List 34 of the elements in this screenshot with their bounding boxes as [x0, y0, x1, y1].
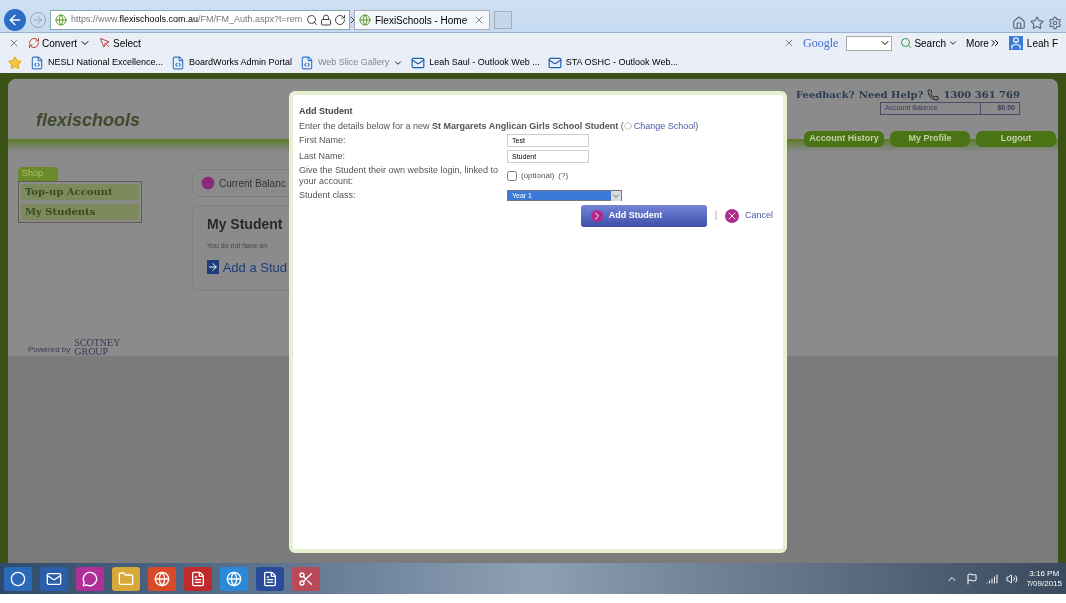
partner-logo: SCOTNEY GROUP — [74, 338, 121, 356]
toolbar-button[interactable]: Convert — [28, 35, 91, 51]
field-label: First Name: — [299, 134, 347, 147]
clock[interactable]: 3:16 PM 7/09/2015 — [1026, 568, 1062, 589]
browser-tab[interactable]: FlexiSchools - Home — [354, 10, 490, 30]
favorite-link[interactable]: BoardWorks Admin Portal — [171, 56, 292, 70]
search-button[interactable]: Search — [900, 35, 959, 51]
intro-end: ) — [695, 120, 699, 131]
phone-number: 1300 361 769 — [943, 88, 1020, 102]
dialog-title: Add Student — [299, 105, 354, 118]
nav-button[interactable]: My Profile — [890, 131, 970, 147]
address-text: https://www.flexischools.com.au/FM/FM_Auth.aspx?t=rem — [71, 13, 303, 27]
search-brand: Google — [803, 35, 839, 52]
cancel-button[interactable]: Cancel — [725, 208, 773, 223]
logo: flexischools — [36, 109, 141, 132]
toolbar-button[interactable]: Select — [99, 35, 141, 51]
favorite-link[interactable]: STA OSHC - Outlook Web... — [547, 56, 678, 70]
more-button[interactable]: More — [966, 35, 1001, 51]
balance-text: Current Balanc — [219, 176, 286, 191]
panel-title: My Student — [207, 215, 284, 234]
field-label: Give the Student their own website login, linked to your account: — [299, 165, 500, 187]
optional-text: (optional) — [521, 170, 555, 182]
user-button[interactable]: Leah F — [1008, 35, 1058, 51]
add-student-button[interactable]: Add Student — [580, 204, 707, 227]
tab-title: FlexiSchools - Home — [375, 13, 468, 28]
help-link[interactable]: (?) — [558, 170, 569, 182]
intro-text: Enter the details below for a new St Margarets Anglican Girls School Student ( — [299, 120, 624, 131]
separator: | — [714, 208, 717, 222]
favorite-link[interactable]: NESLI National Excellence... — [30, 56, 164, 70]
help-text: Need Help? — [858, 88, 924, 102]
powered-by-text: Powered by — [28, 344, 71, 356]
field-label: Last Name: — [299, 149, 347, 163]
favorite-link[interactable]: Leah Saul - Outlook Web ... — [411, 56, 540, 70]
field-label: Student class: — [299, 189, 357, 202]
